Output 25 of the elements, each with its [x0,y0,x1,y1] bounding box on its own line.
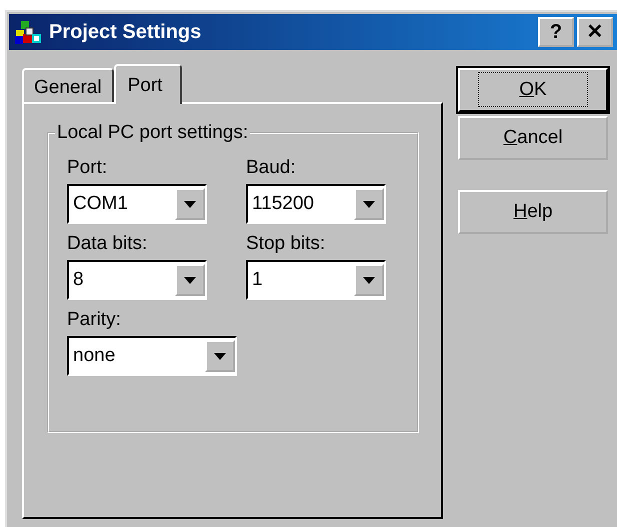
dropdown-arrow-icon [363,200,375,208]
group-title: Local PC port settings: [55,121,250,145]
dropdown-arrow-icon [214,352,226,360]
window-title: Project Settings [49,20,202,45]
field-label: Data bits: [67,232,148,256]
tab[interactable]: Port [114,64,182,104]
button[interactable]: OK [458,68,608,112]
dropdown-arrow-icon [363,276,375,284]
dropdown-arrow-icon [184,276,196,284]
dropdown-field[interactable]: 1 [246,260,386,300]
button[interactable]: Cancel [458,116,608,160]
dropdown-field[interactable]: 8 [67,260,207,300]
field-label: Baud: [246,156,297,180]
field-label: Port: [67,156,108,180]
field-label: Parity: [67,308,122,332]
dropdown-field[interactable]: COM1 [67,184,207,224]
dropdown-field[interactable]: none [67,336,237,376]
close-button[interactable]: ✕ [577,17,613,47]
button[interactable]: Help [458,190,608,234]
dropdown-arrow-icon [184,200,196,208]
app-icon [15,20,41,44]
help-button[interactable]: ? [538,17,574,47]
tab[interactable]: General [22,68,114,102]
dropdown-field[interactable]: 115200 [246,184,386,224]
field-label: Stop bits: [246,232,326,256]
